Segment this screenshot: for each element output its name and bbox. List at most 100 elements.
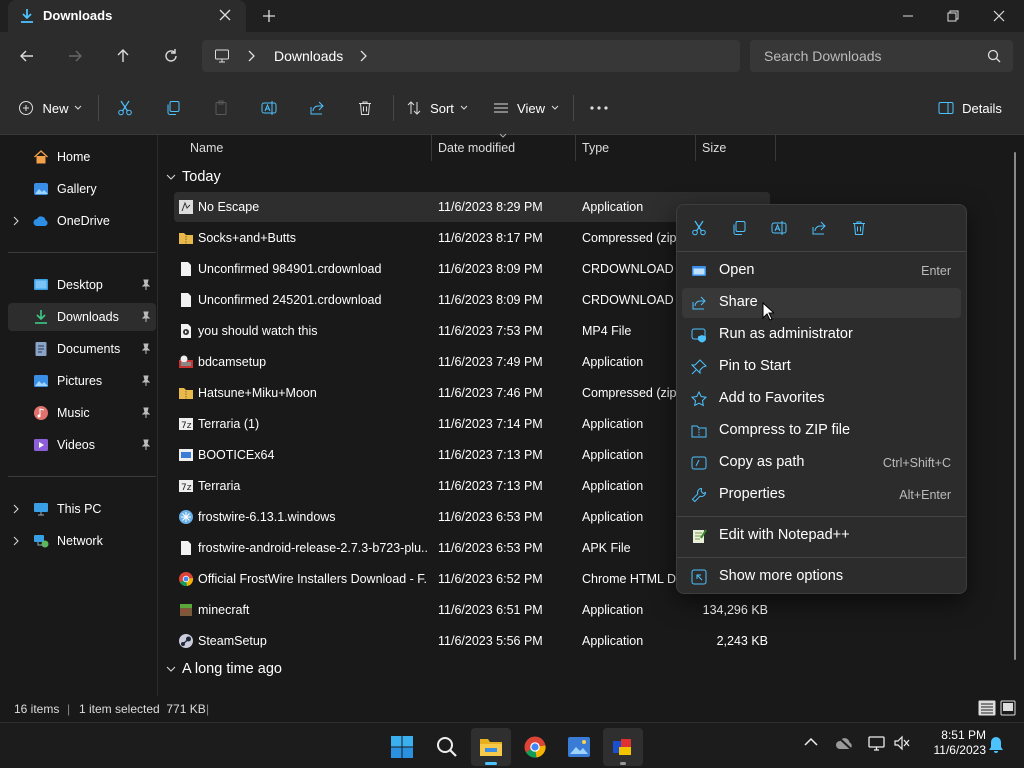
onedrive-tray-button[interactable] bbox=[835, 735, 855, 751]
up-button[interactable] bbox=[107, 40, 139, 72]
menu-item-add-to-favorites[interactable]: Add to Favorites bbox=[682, 384, 961, 414]
clock[interactable]: 8:51 PM 11/6/2023 bbox=[920, 728, 987, 758]
sidebar-item-this-pc[interactable]: This PC bbox=[8, 495, 156, 523]
file-type: Application bbox=[582, 448, 644, 462]
file-name: frostwire-6.13.1.windows bbox=[198, 510, 336, 524]
menu-item-pin-to-start[interactable]: Pin to Start bbox=[682, 352, 961, 382]
forward-button[interactable] bbox=[59, 40, 91, 72]
taskbar-file-explorer[interactable] bbox=[471, 728, 511, 766]
sidebar-item-gallery[interactable]: Gallery bbox=[8, 175, 156, 203]
column-divider[interactable] bbox=[695, 135, 696, 161]
photos-icon bbox=[567, 736, 591, 758]
sidebar-item-music[interactable]: Music bbox=[8, 399, 156, 427]
start-button[interactable] bbox=[382, 728, 422, 766]
minecraft-icon bbox=[178, 602, 194, 618]
column-divider[interactable] bbox=[431, 135, 432, 161]
minimize-button[interactable] bbox=[885, 0, 931, 32]
copy-button[interactable] bbox=[157, 92, 189, 124]
chevron-right-icon[interactable] bbox=[12, 216, 20, 226]
group-header-today[interactable]: Today bbox=[166, 169, 221, 185]
rename-button[interactable] bbox=[253, 92, 285, 124]
sidebar-item-pictures[interactable]: Pictures bbox=[8, 367, 156, 395]
sidebar-item-home[interactable]: Home bbox=[8, 143, 156, 171]
volume-tray-button[interactable] bbox=[893, 735, 911, 751]
close-tab-icon[interactable] bbox=[218, 8, 232, 22]
maximize-button[interactable] bbox=[930, 0, 976, 32]
paste-button[interactable] bbox=[205, 92, 237, 124]
menu-item-open[interactable]: Open Enter bbox=[682, 256, 961, 286]
column-header-date[interactable]: Date modified bbox=[438, 135, 515, 161]
scrollbar[interactable] bbox=[1014, 152, 1016, 660]
column-header-type[interactable]: Type bbox=[582, 135, 609, 161]
app-icon bbox=[178, 447, 194, 463]
group-header-older[interactable]: A long time ago bbox=[166, 661, 282, 677]
file-type: CRDOWNLOAD F bbox=[582, 262, 676, 276]
installer-icon bbox=[178, 354, 194, 370]
sidebar-item-desktop[interactable]: Desktop bbox=[8, 271, 156, 299]
details-pane-icon bbox=[938, 100, 954, 116]
search-input[interactable]: Search Downloads bbox=[764, 48, 882, 64]
search-box[interactable]: Search Downloads bbox=[750, 40, 1013, 72]
admin-shield-icon bbox=[691, 327, 707, 343]
notifications-button[interactable] bbox=[988, 736, 1004, 754]
menu-item-copy-as-path[interactable]: Copy as path Ctrl+Shift+C bbox=[682, 448, 961, 478]
file-name: frostwire-android-release-2.7.3-b723-plu… bbox=[198, 541, 428, 555]
back-button[interactable] bbox=[11, 40, 43, 72]
window-tab[interactable]: Downloads bbox=[8, 0, 246, 32]
taskbar-search-button[interactable] bbox=[427, 728, 467, 766]
file-row[interactable]: SteamSetup 11/6/2023 5:56 PM Application… bbox=[174, 626, 770, 656]
details-button[interactable]: Details bbox=[934, 92, 1006, 124]
taskbar-running-app[interactable] bbox=[603, 728, 643, 766]
chevron-right-icon[interactable] bbox=[12, 536, 20, 546]
file-date: 11/6/2023 7:53 PM bbox=[438, 324, 543, 338]
tiles-view-icon[interactable] bbox=[1000, 700, 1016, 716]
more-options-button[interactable] bbox=[583, 92, 615, 124]
frostwire-icon bbox=[178, 509, 194, 525]
sort-button[interactable]: Sort bbox=[404, 92, 470, 124]
file-row[interactable]: minecraft 11/6/2023 6:51 PM Application … bbox=[174, 595, 770, 625]
share-button[interactable] bbox=[301, 92, 333, 124]
star-icon bbox=[691, 391, 707, 407]
address-bar[interactable]: Downloads bbox=[202, 40, 740, 72]
menu-copy-button[interactable] bbox=[725, 215, 753, 241]
sidebar-item-downloads[interactable]: Downloads bbox=[8, 303, 156, 331]
pin-icon bbox=[141, 439, 151, 451]
close-window-button[interactable] bbox=[976, 0, 1022, 32]
menu-item-share[interactable]: Share bbox=[682, 288, 961, 318]
menu-rename-button[interactable] bbox=[765, 215, 793, 241]
svg-text:7z: 7z bbox=[181, 483, 192, 493]
column-header-size[interactable]: Size bbox=[702, 135, 726, 161]
sidebar-item-network[interactable]: Network bbox=[8, 527, 156, 555]
network-tray-button[interactable] bbox=[868, 735, 886, 751]
menu-item-properties[interactable]: Properties Alt+Enter bbox=[682, 480, 961, 510]
column-divider[interactable] bbox=[575, 135, 576, 161]
breadcrumb-downloads[interactable]: Downloads bbox=[274, 48, 343, 64]
menu-share-button[interactable] bbox=[805, 215, 833, 241]
sidebar-item-videos[interactable]: Videos bbox=[8, 431, 156, 459]
taskbar-chrome[interactable] bbox=[515, 728, 555, 766]
new-button[interactable]: New bbox=[14, 92, 86, 124]
chevron-right-icon[interactable] bbox=[358, 50, 368, 62]
show-hidden-icons-button[interactable] bbox=[804, 737, 818, 747]
column-header-name[interactable]: Name bbox=[190, 135, 223, 161]
taskbar-photos-app[interactable] bbox=[559, 728, 599, 766]
menu-item-compress-zip[interactable]: Compress to ZIP file bbox=[682, 416, 961, 446]
delete-button[interactable] bbox=[349, 92, 381, 124]
folder-icon bbox=[479, 736, 503, 758]
new-tab-icon[interactable] bbox=[262, 9, 276, 23]
menu-item-show-more-options[interactable]: Show more options bbox=[682, 562, 961, 592]
chevron-down-icon bbox=[166, 665, 176, 673]
details-view-icon[interactable] bbox=[978, 700, 996, 716]
refresh-button[interactable] bbox=[155, 40, 187, 72]
menu-cut-button[interactable] bbox=[685, 215, 713, 241]
menu-item-edit-notepadpp[interactable]: Edit with Notepad++ bbox=[682, 521, 961, 551]
sidebar-item-documents[interactable]: Documents bbox=[8, 335, 156, 363]
sidebar-item-onedrive[interactable]: OneDrive bbox=[8, 207, 156, 235]
chevron-right-icon[interactable] bbox=[12, 504, 20, 514]
file-date: 11/6/2023 7:13 PM bbox=[438, 448, 543, 462]
view-button[interactable]: View bbox=[492, 92, 560, 124]
menu-item-run-as-admin[interactable]: Run as administrator bbox=[682, 320, 961, 350]
column-divider[interactable] bbox=[775, 135, 776, 161]
cut-button[interactable] bbox=[109, 92, 141, 124]
menu-delete-button[interactable] bbox=[845, 215, 873, 241]
